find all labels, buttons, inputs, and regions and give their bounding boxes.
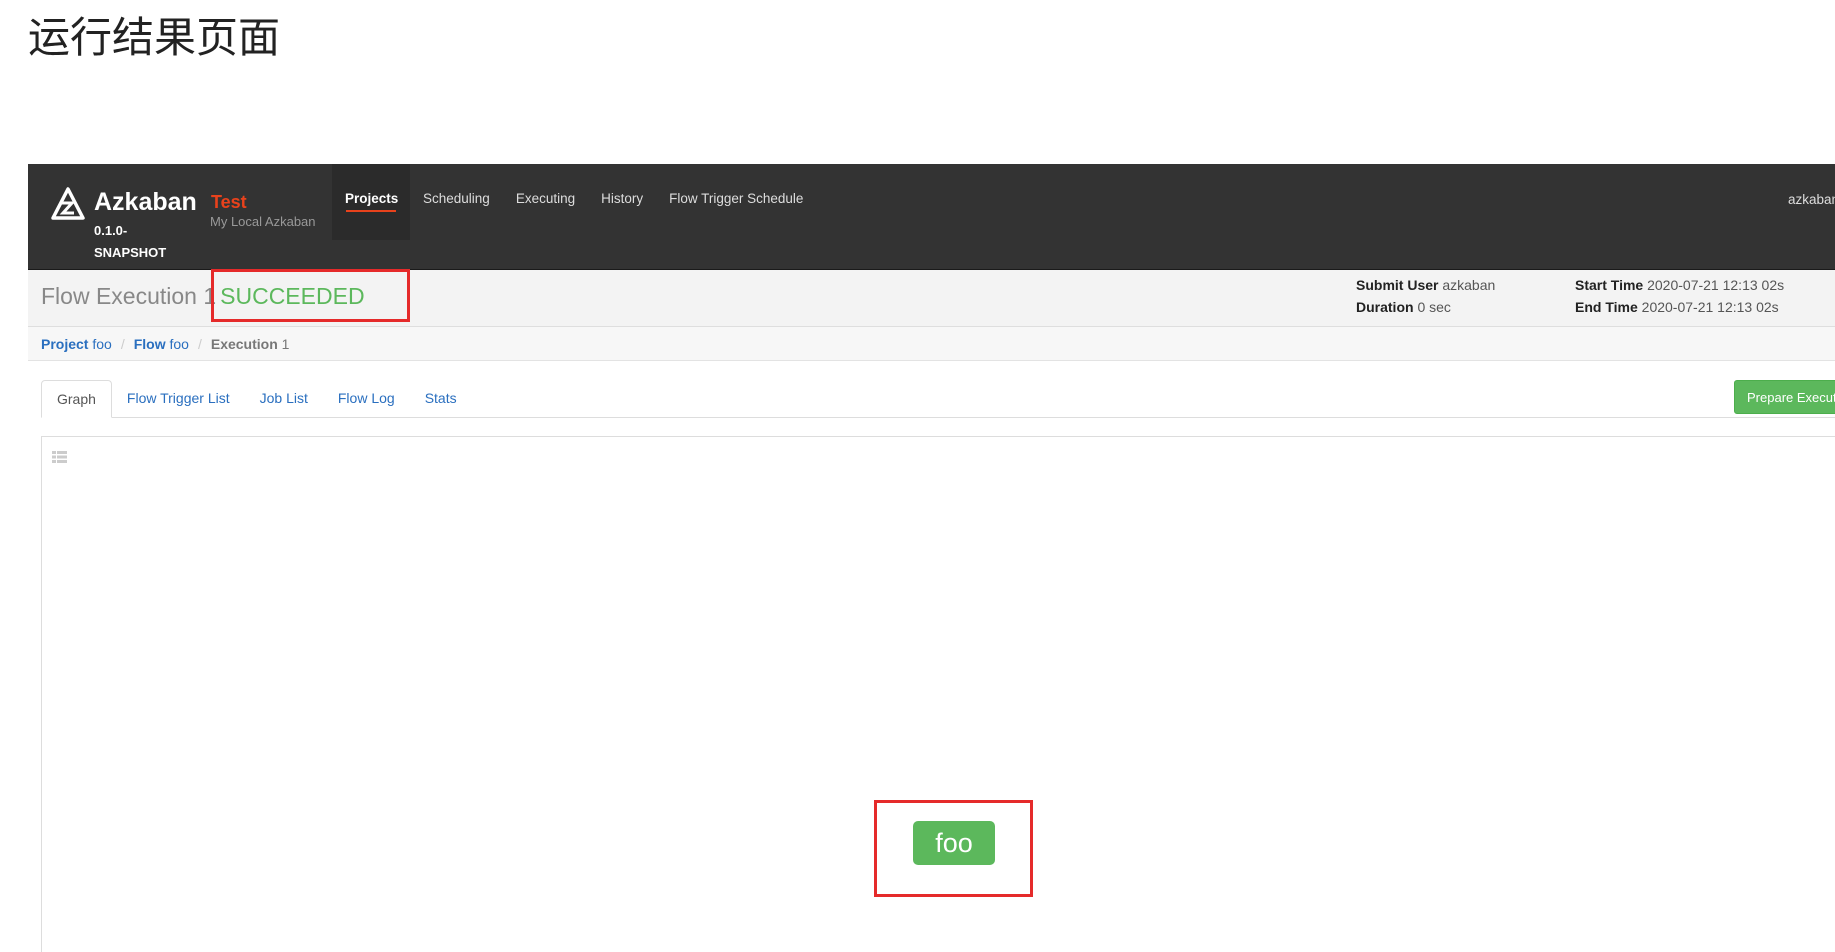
tab-job-list[interactable]: Job List — [245, 380, 323, 418]
nav-executing[interactable]: Executing — [503, 164, 588, 240]
submit-user-label: Submit User — [1356, 277, 1439, 293]
start-time-label: Start Time — [1575, 277, 1644, 293]
breadcrumb-execution: Execution 1 — [210, 336, 290, 352]
duration-value: 0 sec — [1417, 299, 1451, 315]
environment-name: Test — [211, 192, 247, 212]
environment-description: My Local Azkaban — [210, 214, 316, 229]
breadcrumb-flow[interactable]: Flow foo — [134, 336, 189, 352]
azkaban-screenshot: Azkaban 0.1.0-SNAPSHOT Test My Local Azk… — [28, 164, 1835, 952]
end-time-label: End Time — [1575, 299, 1638, 315]
brand-name: Azkaban — [94, 188, 197, 216]
status-highlight-box — [211, 269, 410, 322]
nav-label: Projects — [345, 191, 399, 206]
start-time-value: 2020-07-21 12:13 02s — [1647, 277, 1785, 293]
execution-tabs: Graph Flow Trigger List Job List Flow Lo… — [41, 380, 472, 418]
tab-flow-log[interactable]: Flow Log — [323, 380, 410, 418]
top-navbar: Azkaban 0.1.0-SNAPSHOT Test My Local Azk… — [28, 164, 1835, 270]
duration: Duration 0 sec — [1356, 299, 1451, 315]
breadcrumb-project[interactable]: Project foo — [41, 336, 112, 352]
tab-graph[interactable]: Graph — [41, 380, 112, 418]
nav-flow-trigger-schedule[interactable]: Flow Trigger Schedule — [656, 164, 816, 240]
document-heading: 运行结果页面 — [28, 13, 281, 62]
list-toggle-icon[interactable] — [52, 451, 67, 463]
breadcrumb: Project foo / Flow foo / Execution 1 — [28, 327, 1835, 361]
node-highlight-box — [874, 800, 1033, 897]
end-time: End Time 2020-07-21 12:13 02s — [1575, 299, 1779, 315]
nav-history[interactable]: History — [588, 164, 656, 240]
breadcrumb-separator: / — [120, 336, 125, 352]
nav-projects[interactable]: Projects — [332, 164, 410, 240]
start-time: Start Time 2020-07-21 12:13 02s — [1575, 277, 1784, 293]
end-time-value: 2020-07-21 12:13 02s — [1641, 299, 1779, 315]
execution-title: Flow Execution 1 — [41, 283, 217, 309]
prepare-execution-button[interactable]: Prepare Execution — [1734, 380, 1835, 414]
breadcrumb-separator: / — [197, 336, 202, 352]
main-nav: Projects Scheduling Executing History Fl… — [332, 164, 816, 240]
nav-active-underline — [346, 210, 396, 212]
nav-scheduling[interactable]: Scheduling — [410, 164, 503, 240]
azkaban-logo-icon — [51, 187, 85, 220]
submit-user-value: azkaban — [1442, 277, 1496, 293]
submit-user: Submit User azkaban — [1356, 277, 1495, 293]
tab-flow-trigger-list[interactable]: Flow Trigger List — [112, 380, 245, 418]
duration-label: Duration — [1356, 299, 1414, 315]
tabs-divider — [41, 417, 1835, 418]
user-menu[interactable]: azkaban — [1788, 192, 1835, 207]
tab-stats[interactable]: Stats — [410, 380, 472, 418]
brand-version: 0.1.0-SNAPSHOT — [94, 223, 167, 260]
